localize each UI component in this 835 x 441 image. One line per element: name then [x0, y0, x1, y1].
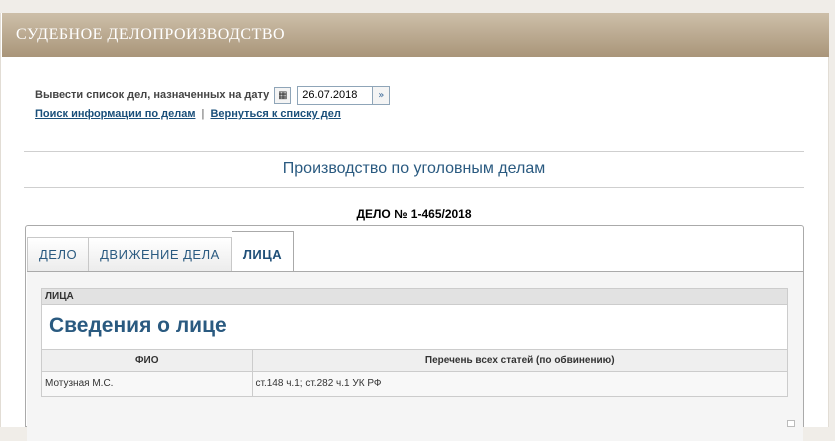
divider: [24, 151, 804, 152]
person-info-title: Сведения о лице: [42, 305, 787, 350]
tab-persons[interactable]: ЛИЦА: [231, 231, 295, 271]
calendar-icon[interactable]: ▦: [274, 86, 292, 104]
link-separator: |: [201, 108, 205, 120]
date-filter: Вывести список дел, назначенных на дату …: [35, 85, 391, 105]
table-row: Мотузная М.С. ст.148 ч.1; ст.282 ч.1 УК …: [42, 371, 787, 396]
nav-links: Поиск информации по делам | Вернуться к …: [35, 108, 341, 120]
column-header-name: ФИО: [42, 350, 252, 372]
persons-block-header: ЛИЦА: [42, 289, 787, 305]
table-header-row: ФИО Перечень всех статей (по обвинению): [42, 350, 787, 372]
resize-handle-icon[interactable]: [787, 420, 795, 427]
person-articles-cell: ст.148 ч.1; ст.282 ч.1 УК РФ: [251, 371, 787, 396]
persons-table: ФИО Перечень всех статей (по обвинению) …: [42, 350, 787, 396]
site-title: СУДЕБНОЕ ДЕЛОПРОИЗВОДСТВО: [16, 26, 286, 43]
tab-bar: ДЕЛО ДВИЖЕНИЕ ДЕЛА ЛИЦА: [27, 231, 295, 271]
date-input[interactable]: [297, 85, 374, 105]
back-to-list-link[interactable]: Вернуться к списку дел: [210, 108, 340, 120]
divider: [24, 187, 804, 188]
tab-case-movement[interactable]: ДВИЖЕНИЕ ДЕЛА: [89, 237, 232, 271]
persons-block: ЛИЦА Сведения о лице ФИО Перечень всех с…: [41, 288, 788, 397]
section-title: Производство по уголовным делам: [282, 160, 546, 177]
tab-case[interactable]: ДЕЛО: [27, 237, 90, 271]
column-header-articles: Перечень всех статей (по обвинению): [251, 350, 787, 372]
case-tabs-panel: ДЕЛО ДВИЖЕНИЕ ДЕЛА ЛИЦА ЛИЦА Сведения о …: [25, 225, 804, 441]
date-filter-label: Вывести список дел, назначенных на дату: [35, 89, 270, 101]
person-name-cell: Мотузная М.С.: [42, 371, 252, 396]
case-number: ДЕЛО № 1-465/2018: [356, 207, 472, 221]
site-header: СУДЕБНОЕ ДЕЛОПРОИЗВОДСТВО: [2, 13, 829, 57]
search-cases-link[interactable]: Поиск информации по делам: [35, 108, 195, 120]
double-chevron-right-icon[interactable]: »: [373, 85, 391, 105]
tab-content: ЛИЦА Сведения о лице ФИО Перечень всех с…: [27, 271, 803, 441]
